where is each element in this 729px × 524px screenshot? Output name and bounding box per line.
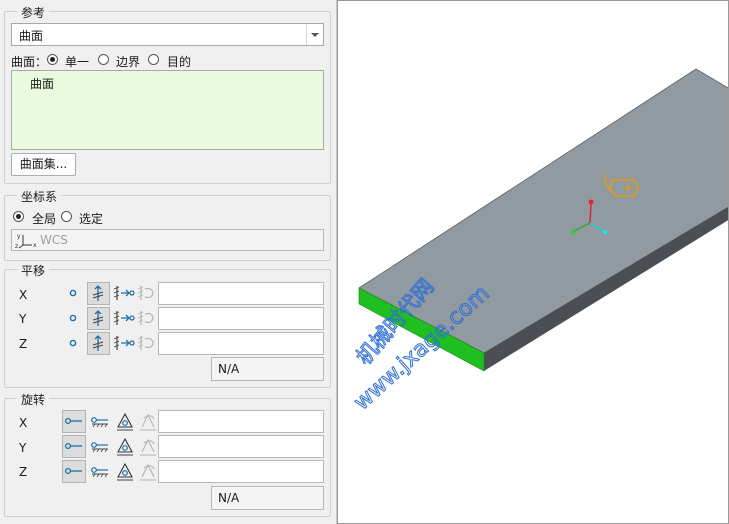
surface-set-button[interactable]: 曲面集...	[11, 153, 76, 176]
radio-single-label: 单一	[65, 55, 90, 69]
translate-to-point-icon[interactable]	[113, 308, 135, 328]
model-graphics[interactable]: 机械时代网 www.jxage.com	[338, 1, 729, 524]
rotation-axis-x-label: X	[19, 416, 28, 430]
rotate-about-edge-icon[interactable]	[89, 437, 111, 457]
coordinate-system-group: 坐标系 全局 选定 y x z WCS	[4, 188, 331, 261]
translation-axis-y-label: Y	[19, 312, 27, 326]
coordinate-axes-icon: y x z	[15, 233, 37, 249]
point-icon[interactable]	[69, 289, 77, 297]
translation-axis-x-label: X	[19, 288, 28, 302]
coordinate-system-title: 坐标系	[17, 188, 62, 205]
reference-group: 参考 曲面 曲面： 单一 边界 目的 曲面 曲面集...	[4, 4, 331, 184]
radio-target-label: 目的	[167, 55, 192, 69]
rotate-angle-icon[interactable]	[114, 435, 136, 457]
translation-status-value: N/A	[218, 362, 240, 376]
translation-group: 平移 X Y Z N/A	[4, 262, 331, 388]
rotation-title: 旋转	[17, 391, 50, 408]
rotation-y-input[interactable]	[158, 435, 324, 458]
translation-status-field: N/A	[211, 357, 324, 381]
radio-global[interactable]	[13, 211, 24, 222]
rotate-angle-icon[interactable]	[114, 410, 136, 432]
radio-boundary-label: 边界	[116, 55, 141, 69]
coordinate-system-value: WCS	[40, 233, 68, 247]
radio-single[interactable]	[47, 54, 58, 65]
rotation-x-input[interactable]	[158, 410, 324, 433]
radio-selected-label: 选定	[79, 212, 104, 226]
point-icon[interactable]	[69, 314, 77, 322]
rotation-group: 旋转 X Y Z N/A	[4, 391, 331, 517]
translation-y-input[interactable]	[158, 307, 324, 330]
radio-boundary[interactable]	[98, 54, 109, 65]
translate-disabled-icon[interactable]	[137, 283, 157, 303]
coordinate-system-field[interactable]: y x z WCS	[11, 229, 324, 251]
rotate-about-axis-icon[interactable]	[62, 410, 86, 433]
rotate-about-edge-icon[interactable]	[89, 412, 111, 432]
rotation-z-input[interactable]	[158, 460, 324, 483]
rotate-disabled-icon[interactable]	[138, 460, 158, 482]
svg-text:y: y	[17, 233, 21, 240]
translation-axis-z-label: Z	[19, 337, 28, 351]
reference-group-title: 参考	[17, 4, 50, 21]
model-viewport[interactable]: 机械时代网 www.jxage.com	[337, 0, 729, 524]
translate-disabled-icon[interactable]	[137, 308, 157, 328]
reference-type-value: 曲面	[19, 29, 44, 43]
rotation-status-value: N/A	[218, 491, 240, 505]
translate-to-point-icon[interactable]	[113, 283, 135, 303]
radio-selected[interactable]	[61, 211, 72, 222]
svg-text:z: z	[15, 243, 18, 249]
rotate-about-edge-icon[interactable]	[89, 462, 111, 482]
chevron-down-icon[interactable]	[306, 24, 323, 45]
rotation-axis-z-label: Z	[19, 465, 28, 479]
surface-label: 曲面：	[11, 55, 48, 69]
translate-disabled-icon[interactable]	[137, 333, 157, 353]
translation-title: 平移	[17, 262, 50, 279]
rotate-about-axis-icon[interactable]	[62, 435, 86, 458]
translate-to-point-icon[interactable]	[113, 333, 135, 353]
rotate-disabled-icon[interactable]	[138, 410, 158, 432]
rotate-angle-icon[interactable]	[114, 460, 136, 482]
translate-along-axis-icon[interactable]	[87, 282, 110, 305]
translation-z-input[interactable]	[158, 332, 324, 355]
translate-along-axis-icon[interactable]	[87, 332, 110, 355]
radio-global-label: 全局	[32, 212, 57, 226]
radio-target[interactable]	[148, 54, 159, 65]
reference-type-dropdown[interactable]: 曲面	[11, 23, 324, 46]
rotation-axis-y-label: Y	[19, 441, 27, 455]
rotate-about-axis-icon[interactable]	[62, 460, 86, 483]
translation-x-input[interactable]	[158, 282, 324, 305]
list-item[interactable]: 曲面	[30, 75, 54, 92]
rotation-status-field: N/A	[211, 486, 324, 510]
translate-along-axis-icon[interactable]	[87, 307, 110, 330]
settings-panel: 参考 曲面 曲面： 单一 边界 目的 曲面 曲面集... 坐标系 全局 选定 y	[0, 0, 337, 524]
point-icon[interactable]	[69, 339, 77, 347]
surface-collector-list[interactable]: 曲面	[11, 70, 324, 150]
svg-text:x: x	[33, 242, 37, 249]
rotate-disabled-icon[interactable]	[138, 435, 158, 457]
